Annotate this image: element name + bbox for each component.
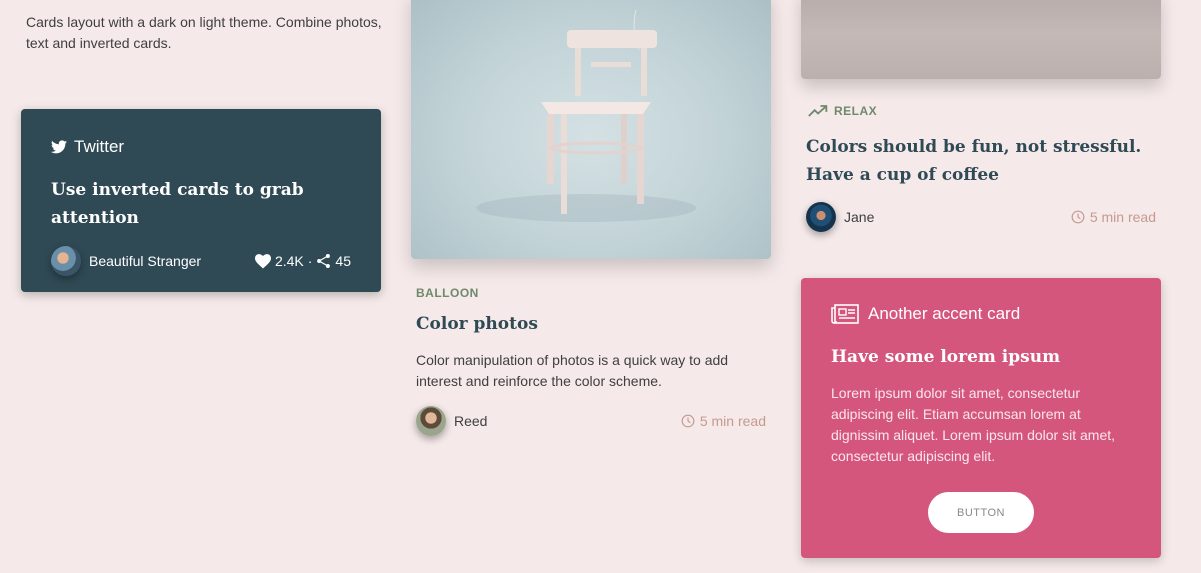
avatar[interactable] xyxy=(416,406,446,436)
twitter-card[interactable]: Twitter Use inverted cards to grab atten… xyxy=(21,109,381,292)
clock-icon xyxy=(681,414,695,428)
clock-icon xyxy=(1071,210,1085,224)
trending-up-icon xyxy=(808,105,828,117)
shares-count: 45 xyxy=(335,253,351,269)
accent-card-title: Have some lorem ipsum xyxy=(831,347,1061,367)
photo-card-author[interactable]: Reed xyxy=(454,413,487,429)
heart-icon[interactable] xyxy=(254,253,271,269)
coffee-photo[interactable] xyxy=(801,0,1161,79)
photo-card-footer: Reed 5 min read xyxy=(416,406,766,436)
relax-card-author[interactable]: Jane xyxy=(844,209,874,225)
stats-separator: · xyxy=(307,253,313,269)
photo-card-read-time: 5 min read xyxy=(681,413,766,429)
twitter-icon xyxy=(51,140,67,154)
avatar[interactable] xyxy=(806,202,836,232)
newspaper-icon xyxy=(831,304,859,324)
read-time-label: 5 min read xyxy=(699,413,766,429)
likes-count: 2.4K xyxy=(274,253,304,269)
share-icon[interactable] xyxy=(316,253,331,269)
twitter-card-footer: Beautiful Stranger 2.4K · 45 xyxy=(51,246,351,276)
relax-card-kicker: RELAX xyxy=(808,104,877,118)
accent-card-button[interactable]: BUTTON xyxy=(928,492,1034,533)
photo-card-body: Color manipulation of photos is a quick … xyxy=(416,352,729,389)
accent-card-header-label: Another accent card xyxy=(868,304,1021,323)
photo-card-title[interactable]: Color photos xyxy=(416,314,538,334)
relax-kicker-label: RELAX xyxy=(834,104,878,118)
relax-card-footer: Jane 5 min read xyxy=(806,202,1156,232)
intro-text: Cards layout with a dark on light theme.… xyxy=(26,14,382,51)
read-time-label: 5 min read xyxy=(1089,209,1156,225)
photo-card-kicker: BALLOON xyxy=(416,286,479,300)
relax-card-title[interactable]: Colors should be fun, not stressful. Hav… xyxy=(806,133,1166,189)
accent-card-header: Another accent card xyxy=(831,304,1020,324)
twitter-card-author[interactable]: Beautiful Stranger xyxy=(89,253,201,269)
relax-card-read-time: 5 min read xyxy=(1071,209,1156,225)
twitter-card-network: Twitter xyxy=(74,137,125,156)
chair-photo[interactable] xyxy=(411,0,771,259)
accent-card-body: Lorem ipsum dolor sit amet, consectetur … xyxy=(831,385,1116,464)
avatar[interactable] xyxy=(51,246,81,276)
accent-card[interactable]: Another accent card Have some lorem ipsu… xyxy=(801,278,1161,558)
twitter-card-title: Use inverted cards to grab attention xyxy=(51,180,304,228)
chair-illustration xyxy=(476,9,696,222)
twitter-card-stats: 2.4K · 45 xyxy=(254,253,351,269)
twitter-card-header: Twitter xyxy=(51,137,124,157)
